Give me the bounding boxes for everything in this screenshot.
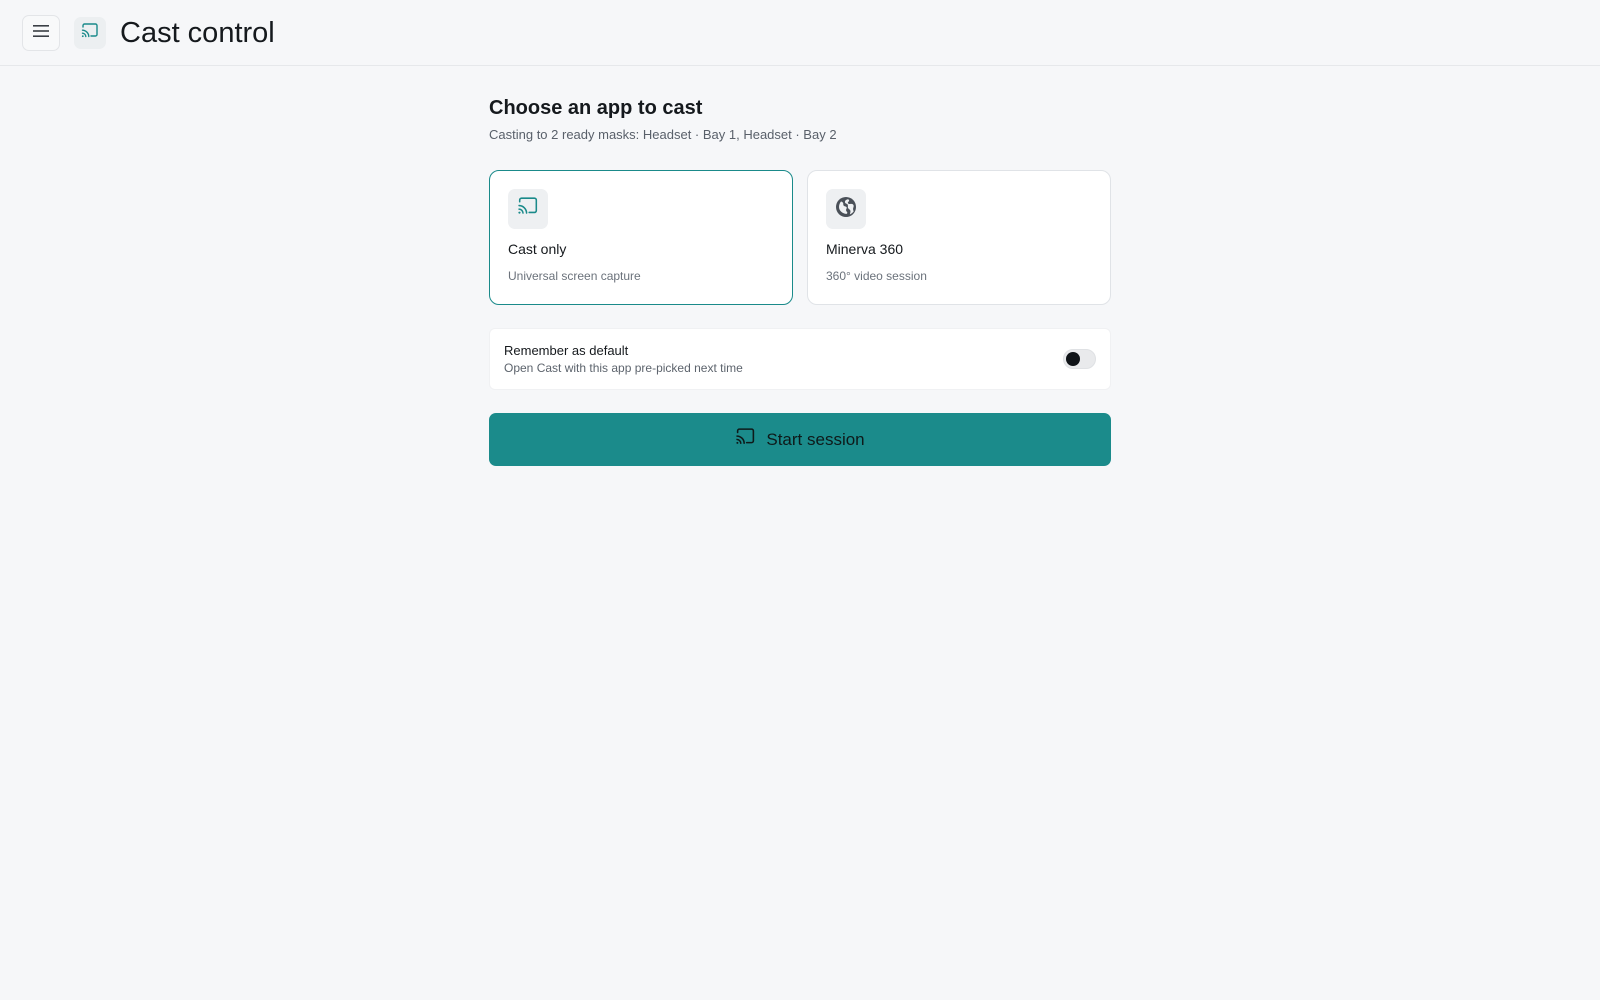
hamburger-menu-icon <box>33 24 49 42</box>
cast-icon <box>735 428 756 451</box>
card-title: Minerva 360 <box>826 241 904 257</box>
menu-button[interactable] <box>22 15 60 51</box>
app-cards: Cast only Universal screen capture Miner… <box>489 170 1111 305</box>
card-icon-box <box>826 189 866 229</box>
card-description: 360° video session <box>826 269 927 283</box>
main-content: Choose an app to cast Casting to 2 ready… <box>489 94 1111 466</box>
cast-icon <box>81 22 99 44</box>
toggle-knob <box>1066 352 1080 366</box>
card-icon-box <box>508 189 548 229</box>
remember-default-toggle[interactable] <box>1063 349 1096 369</box>
toggle-title: Remember as default <box>504 343 629 358</box>
section-subtitle: Casting to 2 ready masks: Headset · Bay … <box>489 127 837 142</box>
section-title: Choose an app to cast <box>489 97 703 119</box>
toggle-description: Open Cast with this app pre-picked next … <box>504 361 743 375</box>
card-title: Cast only <box>508 241 567 257</box>
page-title: Cast control <box>120 17 275 49</box>
remember-default-row: Remember as default Open Cast with this … <box>489 328 1111 390</box>
app-logo <box>74 17 106 49</box>
globe-icon <box>835 196 857 223</box>
card-description: Universal screen capture <box>508 269 641 283</box>
start-session-label: Start session <box>766 429 865 449</box>
cast-icon <box>517 197 539 221</box>
app-card-cast-only[interactable]: Cast only Universal screen capture <box>489 170 793 305</box>
app-card-minerva-360[interactable]: Minerva 360 360° video session <box>807 170 1111 305</box>
top-bar: Cast control <box>0 0 1600 66</box>
start-session-button[interactable]: Start session <box>489 413 1111 466</box>
